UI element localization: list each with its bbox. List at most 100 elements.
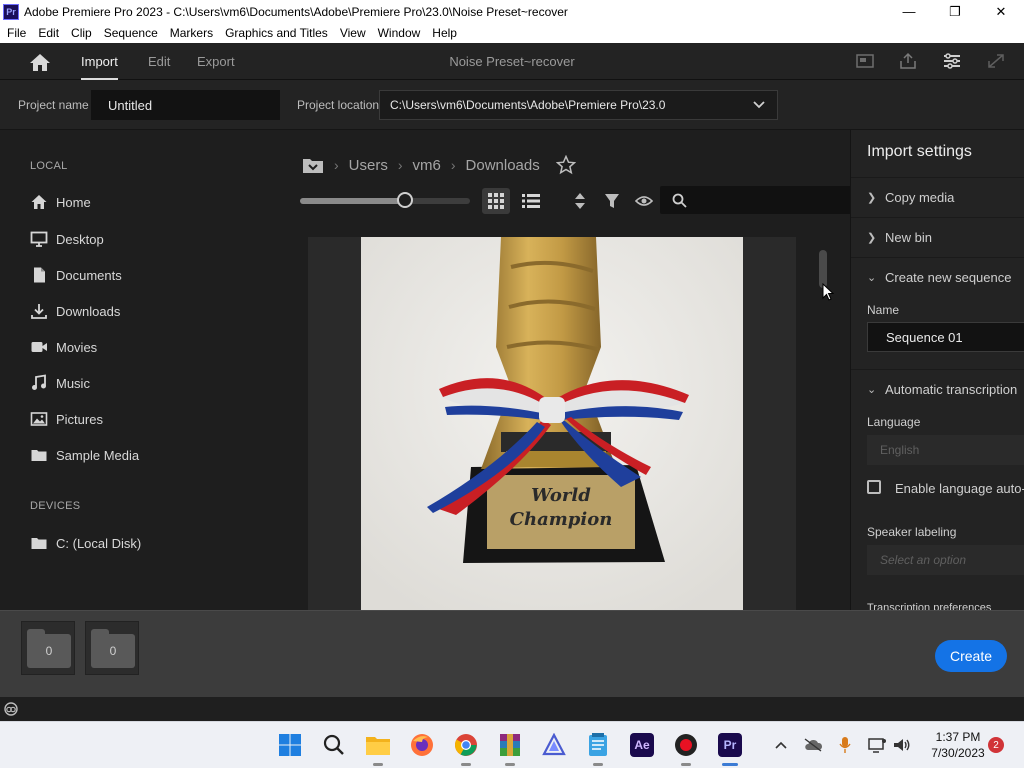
folder-dropdown-icon[interactable]	[302, 156, 324, 174]
breadcrumb-vm6[interactable]: vm6	[413, 157, 441, 174]
menu-clip[interactable]: Clip	[66, 26, 97, 40]
after-effects-icon[interactable]: Ae	[627, 730, 657, 760]
sidebar-item-music[interactable]: Music	[30, 372, 90, 394]
speaker-labeling-dropdown[interactable]: Select an option	[867, 545, 1024, 575]
running-indicator	[373, 763, 383, 766]
create-sequence-label: Create new sequence	[885, 270, 1012, 285]
media-browser: › Users › vm6 › Downloads World Champion	[290, 130, 860, 610]
auto-transcription-label: Automatic transcription	[885, 382, 1018, 397]
transcription-preferences-label[interactable]: Transcription preferences	[867, 602, 991, 610]
share-icon[interactable]	[898, 52, 918, 70]
home-icon	[31, 195, 47, 209]
sidebar-item-movies[interactable]: Movies	[30, 336, 97, 358]
sort-icon[interactable]	[566, 188, 594, 214]
music-icon	[32, 374, 46, 390]
sidebar-item-label: Desktop	[56, 231, 104, 247]
chrome-icon[interactable]	[451, 730, 481, 766]
file-sidebar: LOCAL Home Desktop Documents Downloads M…	[0, 130, 290, 610]
eye-icon[interactable]	[630, 188, 658, 214]
list-view-icon[interactable]	[517, 188, 545, 214]
windows-taskbar: Ae Pr 1:37 PM 7/30/2023 2	[0, 721, 1024, 768]
volume-icon[interactable]	[892, 734, 912, 756]
chevron-down-icon: ⌄	[867, 384, 877, 396]
chevron-up-icon[interactable]	[772, 734, 790, 756]
network-icon[interactable]	[866, 734, 888, 756]
enable-language-checkbox[interactable]	[867, 480, 881, 494]
menu-file[interactable]: File	[2, 26, 31, 40]
sidebar-item-pictures[interactable]: Pictures	[30, 408, 103, 430]
search-icon[interactable]	[319, 730, 349, 760]
slider-fill	[300, 198, 405, 204]
filter-icon[interactable]	[598, 188, 626, 214]
file-explorer-icon[interactable]	[363, 730, 393, 766]
microphone-icon[interactable]	[836, 734, 854, 756]
project-settings-row: Project name Untitled Project location C…	[0, 80, 1024, 130]
sidebar-item-label: C: (Local Disk)	[56, 535, 142, 551]
import-tray: 0 0 Create	[0, 610, 1024, 697]
media-thumbnail[interactable]: World Champion	[361, 237, 743, 610]
sidebar-item-label: Music	[56, 375, 90, 391]
menu-sequence[interactable]: Sequence	[99, 26, 163, 40]
new-bin-label: New bin	[885, 230, 932, 245]
home-icon[interactable]	[28, 52, 52, 72]
recorder-icon[interactable]	[671, 730, 701, 766]
running-indicator	[681, 763, 691, 766]
bin-slot[interactable]: 0	[21, 621, 75, 675]
affinity-icon[interactable]	[539, 730, 569, 760]
auto-transcription-section[interactable]: ⌄ Automatic transcription	[851, 369, 1024, 409]
firefox-icon[interactable]	[407, 730, 437, 760]
sidebar-item-desktop[interactable]: Desktop	[30, 228, 104, 250]
sidebar-item-documents[interactable]: Documents	[30, 264, 122, 286]
menu-help[interactable]: Help	[427, 26, 462, 40]
notepad-icon[interactable]	[583, 730, 613, 766]
sidebar-item-local-disk[interactable]: C: (Local Disk)	[30, 532, 141, 554]
maximize-icon[interactable]: ❐	[932, 0, 978, 23]
minimize-icon[interactable]: —	[886, 0, 932, 23]
close-icon[interactable]: ✕	[978, 0, 1024, 23]
grid-view-icon[interactable]	[482, 188, 510, 214]
create-sequence-section[interactable]: ⌄ Create new sequence	[851, 257, 1024, 297]
project-location-value: C:\Users\vm6\Documents\Adobe\Premiere Pr…	[390, 98, 666, 112]
sidebar-item-home[interactable]: Home	[30, 191, 91, 213]
fullscreen-icon[interactable]	[986, 52, 1006, 70]
menu-markers[interactable]: Markers	[165, 26, 218, 40]
windows-start-icon[interactable]	[275, 730, 305, 760]
tab-export[interactable]: Export	[197, 54, 235, 69]
winrar-icon[interactable]	[495, 730, 525, 766]
copy-media-section[interactable]: ❯ Copy media	[851, 177, 1024, 217]
sidebar-item-sample-media[interactable]: Sample Media	[30, 444, 139, 466]
workspaces-icon[interactable]	[942, 52, 962, 70]
project-location-dropdown[interactable]: C:\Users\vm6\Documents\Adobe\Premiere Pr…	[379, 90, 778, 120]
creative-cloud-icon[interactable]	[4, 702, 18, 716]
breadcrumb-downloads[interactable]: Downloads	[466, 157, 540, 174]
quick-export-icon[interactable]	[855, 52, 875, 70]
star-icon[interactable]	[555, 155, 576, 175]
slider-thumb[interactable]	[397, 192, 413, 208]
menu-view[interactable]: View	[335, 26, 371, 40]
premiere-pro-icon[interactable]: Pr	[715, 730, 745, 766]
menu-edit[interactable]: Edit	[33, 26, 64, 40]
menu-window[interactable]: Window	[373, 26, 426, 40]
language-dropdown[interactable]: English	[867, 435, 1024, 465]
cloud-sync-icon[interactable]	[802, 734, 824, 756]
project-name-input[interactable]: Untitled	[91, 90, 280, 120]
menu-graphics-and-titles[interactable]: Graphics and Titles	[220, 26, 333, 40]
workspace-header: Import Edit Export Noise Preset~recover	[0, 43, 1024, 80]
tab-import[interactable]: Import	[81, 54, 118, 80]
new-bin-section[interactable]: ❯ New bin	[851, 217, 1024, 257]
create-button[interactable]: Create	[935, 640, 1007, 672]
tab-edit[interactable]: Edit	[148, 54, 170, 69]
premiere-pro-label: Pr	[718, 733, 742, 757]
search-input[interactable]	[660, 186, 860, 214]
breadcrumb: › Users › vm6 › Downloads	[302, 154, 576, 176]
premiere-app-icon: Pr	[3, 3, 19, 20]
title-bar: Pr Adobe Premiere Pro 2023 - C:\Users\vm…	[0, 0, 1024, 23]
breadcrumb-users[interactable]: Users	[349, 157, 388, 174]
pictures-icon	[30, 412, 48, 426]
sidebar-item-downloads[interactable]: Downloads	[30, 300, 120, 322]
sequence-name-input[interactable]: Sequence 01	[867, 322, 1024, 352]
mouse-cursor-icon	[822, 283, 834, 301]
bin-slot[interactable]: 0	[85, 621, 139, 675]
speaker-labeling-label: Speaker labeling	[867, 525, 957, 539]
notification-badge[interactable]: 2	[988, 737, 1004, 753]
